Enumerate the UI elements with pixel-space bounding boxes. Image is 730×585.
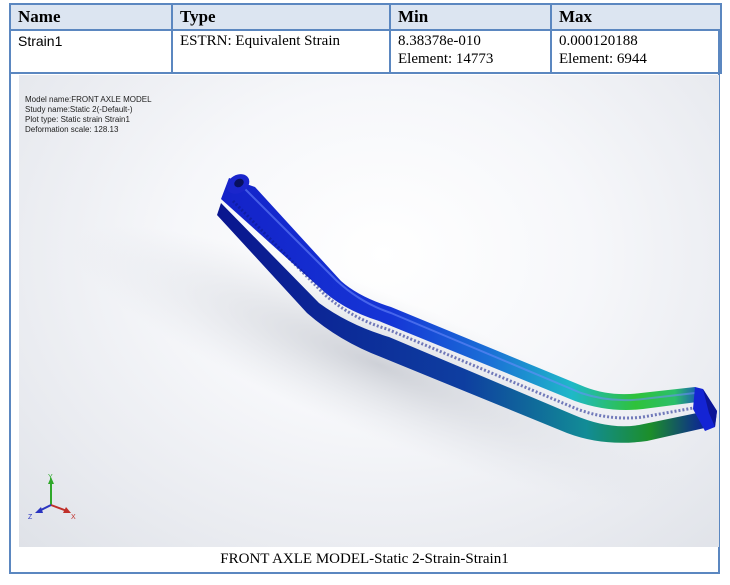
header-name: Name [9, 3, 173, 31]
table-row: Strain1 ESTRN: Equivalent Strain 8.38378… [9, 29, 722, 74]
table-header-row: Name Type Min Max [9, 3, 722, 31]
orientation-triad: Y X Z [28, 474, 76, 521]
floor-shadow [71, 225, 687, 505]
triad-z-label: Z [28, 514, 33, 521]
header-min: Min [389, 3, 552, 31]
strain-plot-viewport[interactable]: Model name:FRONT AXLE MODEL Study name:S… [19, 75, 719, 547]
header-max: Max [550, 3, 722, 31]
cell-name: Strain1 [9, 29, 173, 74]
results-table: Name Type Min Max Strain1 ESTRN: Equival… [9, 3, 722, 74]
cell-min: 8.38378e-010 Element: 14773 [389, 29, 552, 74]
plot-caption: FRONT AXLE MODEL-Static 2-Strain-Strain1 [11, 547, 718, 572]
cell-max: 0.000120188 Element: 6944 [550, 29, 722, 74]
triad-y-label: Y [48, 474, 53, 481]
cell-type: ESTRN: Equivalent Strain [171, 29, 391, 74]
min-element: Element: 14773 [398, 51, 494, 67]
min-value: 8.38378e-010 [398, 33, 481, 49]
max-element: Element: 6944 [559, 51, 647, 67]
axle-model-render [71, 174, 717, 505]
max-value: 0.000120188 [559, 33, 638, 49]
triad-x-label: X [71, 514, 76, 521]
header-type: Type [171, 3, 391, 31]
